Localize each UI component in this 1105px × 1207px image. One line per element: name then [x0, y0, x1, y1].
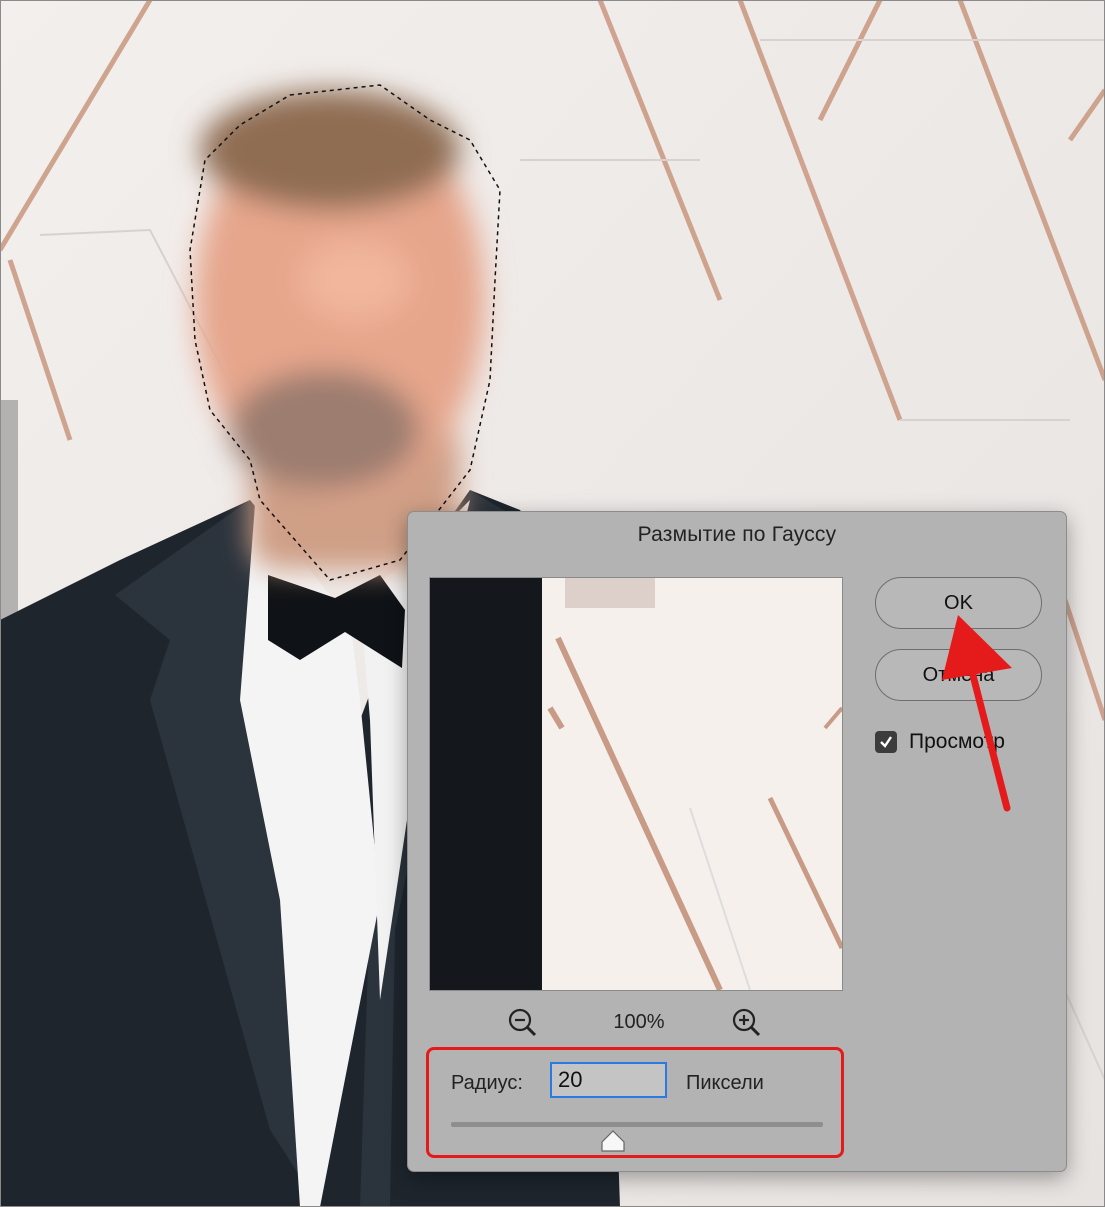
ok-button[interactable]: OK — [875, 577, 1042, 629]
radius-slider-thumb[interactable] — [600, 1130, 626, 1152]
radius-slider-track[interactable] — [451, 1122, 823, 1127]
radius-highlight-box: Радиус: Пиксели — [426, 1047, 844, 1158]
cancel-button[interactable]: Отмена — [875, 649, 1042, 701]
zoom-level: 100% — [613, 1011, 665, 1033]
preview-checkbox-label: Просмотр — [909, 730, 1005, 753]
preview-checkbox[interactable] — [875, 731, 897, 753]
gaussian-blur-dialog: Размытие по Гауссу OK Отмена Просмотр 10… — [407, 511, 1067, 1172]
preview-image — [430, 578, 842, 990]
radius-input[interactable] — [550, 1062, 667, 1098]
zoom-out-icon[interactable] — [506, 1006, 540, 1040]
preview-checkbox-row[interactable]: Просмотр — [875, 730, 1005, 754]
zoom-in-icon[interactable] — [730, 1006, 764, 1040]
checkmark-icon — [880, 736, 892, 748]
blur-preview[interactable] — [429, 577, 843, 991]
dialog-title: Размытие по Гауссу — [637, 523, 837, 546]
radius-label: Радиус: — [451, 1072, 523, 1094]
radius-units-label: Пиксели — [686, 1072, 764, 1094]
zoom-controls: 100% — [504, 1006, 770, 1042]
